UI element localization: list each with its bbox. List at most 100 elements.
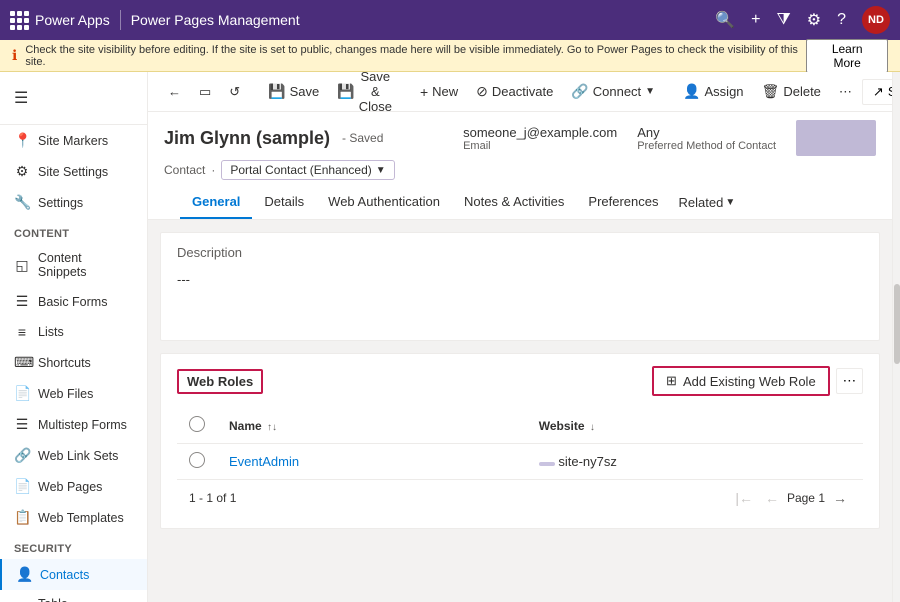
more-icon: ⋯	[839, 84, 852, 100]
view-icon: ▭	[199, 84, 211, 100]
learn-more-button[interactable]: Learn More	[806, 39, 888, 73]
tab-web-auth[interactable]: Web Authentication	[316, 186, 452, 219]
next-page-button[interactable]: →	[829, 488, 851, 508]
sidebar-item-site-markers[interactable]: 📍 Site Markers	[0, 125, 147, 156]
sidebar-item-web-link-sets[interactable]: 🔗 Web Link Sets	[0, 440, 147, 471]
prev-page-button[interactable]: ←	[761, 488, 783, 508]
tab-related-label: Related	[679, 195, 724, 210]
record-email-block: someone_j@example.com Email	[463, 125, 617, 152]
top-divider	[120, 10, 121, 30]
record-type-row: Contact · Portal Contact (Enhanced) ▼	[164, 160, 876, 180]
assign-button[interactable]: 👤 Assign	[675, 79, 751, 104]
sidebar-item-content-snippets[interactable]: ◱ Content Snippets	[0, 244, 147, 286]
delete-icon: 🗑	[762, 83, 780, 100]
sidebar-item-label: Shortcuts	[38, 356, 91, 370]
assign-icon: 👤	[683, 83, 700, 100]
search-icon[interactable]: 🔍	[715, 10, 735, 30]
col-website-header[interactable]: Website ↓	[527, 408, 863, 444]
record-info-right: someone_j@example.com Email Any Preferre…	[463, 120, 876, 156]
row-name-link[interactable]: EventAdmin	[229, 454, 299, 469]
sidebar-item-table-permissions[interactable]: 🔒 Table Permissions	[0, 590, 147, 602]
description-value: ---	[177, 268, 863, 328]
new-button[interactable]: + New	[412, 80, 466, 104]
web-link-sets-icon: 🔗	[14, 447, 30, 464]
multistep-forms-icon: ☰	[14, 416, 30, 433]
col-website-sort: ↓	[590, 422, 595, 433]
sidebar-item-shortcuts[interactable]: ⌨ Shortcuts	[0, 347, 147, 378]
row-name-cell: EventAdmin	[217, 444, 527, 480]
app-name: Power Apps	[35, 12, 110, 28]
sidebar-item-site-settings[interactable]: ⚙ Site Settings	[0, 156, 147, 187]
filter-icon[interactable]: ⧩	[776, 11, 790, 29]
scroll-thumb[interactable]	[894, 284, 900, 364]
tab-related[interactable]: Related ▼	[671, 186, 744, 219]
sidebar-section-content: Content	[0, 218, 147, 244]
record-email-value: someone_j@example.com	[463, 125, 617, 140]
webroles-more-icon: ⋯	[843, 373, 856, 388]
col-name-header[interactable]: Name ↑↓	[217, 408, 527, 444]
first-page-button[interactable]: |←	[731, 488, 757, 508]
add-webrole-button[interactable]: ⊞ Add Existing Web Role	[652, 366, 830, 396]
row-radio[interactable]	[189, 452, 205, 468]
connect-button[interactable]: 🔗 Connect ▼	[563, 79, 663, 104]
delete-button[interactable]: 🗑 Delete	[754, 79, 829, 104]
add-icon[interactable]: +	[751, 11, 760, 29]
contacts-icon: 👤	[16, 566, 32, 583]
row-website-cell: site-ny7sz	[527, 444, 863, 480]
sidebar-item-web-pages[interactable]: 📄 Web Pages	[0, 471, 147, 502]
sidebar-item-basic-forms[interactable]: ☰ Basic Forms	[0, 286, 147, 317]
sidebar-item-label: Lists	[38, 325, 64, 339]
sidebar-item-settings[interactable]: 🔧 Settings	[0, 187, 147, 218]
col-check	[177, 408, 217, 444]
save-icon: 💾	[268, 83, 285, 100]
tab-notes[interactable]: Notes & Activities	[452, 186, 576, 219]
basic-forms-icon: ☰	[14, 293, 30, 310]
header-radio[interactable]	[189, 416, 205, 432]
add-webrole-label: Add Existing Web Role	[683, 374, 816, 389]
cmd-right: ↗ Share ▼	[862, 79, 892, 105]
hamburger-icon[interactable]: ☰	[0, 80, 147, 116]
avatar[interactable]: ND	[862, 6, 890, 34]
sidebar-item-web-files[interactable]: 📄 Web Files	[0, 378, 147, 409]
sidebar-item-lists[interactable]: ≡ Lists	[0, 317, 147, 347]
view-button[interactable]: ▭	[191, 80, 219, 104]
tab-web-auth-label: Web Authentication	[328, 194, 440, 209]
main-panel: ← ▭ ↺ 💾 Save 💾 Save & Close + New	[148, 72, 892, 602]
sidebar: ☰ 📍 Site Markers ⚙ Site Settings 🔧 Setti…	[0, 72, 148, 602]
settings-icon[interactable]: ⚙	[807, 10, 821, 30]
save-button[interactable]: 💾 Save	[260, 79, 327, 104]
command-bar: ← ▭ ↺ 💾 Save 💾 Save & Close + New	[148, 72, 892, 112]
refresh-button[interactable]: ↺	[221, 80, 248, 104]
sidebar-item-label: Content Snippets	[38, 251, 133, 279]
app-grid-icon[interactable]	[10, 11, 35, 30]
tab-details[interactable]: Details	[252, 186, 316, 219]
share-button[interactable]: ↗ Share ▼	[862, 79, 892, 105]
tab-preferences[interactable]: Preferences	[576, 186, 670, 219]
table-body: EventAdmin site-ny7sz	[177, 444, 863, 480]
sidebar-item-label: Multistep Forms	[38, 418, 127, 432]
sidebar-item-web-templates[interactable]: 📋 Web Templates	[0, 502, 147, 533]
deactivate-button[interactable]: ⊘ Deactivate	[468, 79, 561, 104]
new-label: New	[432, 84, 458, 99]
sidebar-item-label: Web Pages	[38, 480, 102, 494]
webroles-header: Web Roles ⊞ Add Existing Web Role ⋯	[177, 366, 863, 396]
back-button[interactable]: ←	[160, 80, 189, 103]
connect-label: Connect	[593, 84, 641, 99]
top-bar: Power Apps Power Pages Management 🔍 + ⧩ …	[0, 0, 900, 40]
tab-related-dropdown: ▼	[725, 197, 735, 208]
record-pref-label: Preferred Method of Contact	[637, 140, 776, 152]
tab-general[interactable]: General	[180, 186, 252, 219]
help-icon[interactable]: ?	[837, 11, 846, 29]
record-type-dropdown-icon: ▼	[376, 165, 386, 176]
table-row: EventAdmin site-ny7sz	[177, 444, 863, 480]
description-label: Description	[177, 245, 863, 260]
shortcuts-icon: ⌨	[14, 354, 30, 371]
sidebar-item-multistep-forms[interactable]: ☰ Multistep Forms	[0, 409, 147, 440]
record-type-name: Portal Contact (Enhanced)	[230, 163, 371, 177]
sidebar-item-contacts[interactable]: 👤 Contacts	[0, 559, 147, 590]
more-button[interactable]: ⋯	[831, 80, 860, 104]
webroles-more-button[interactable]: ⋯	[836, 368, 863, 394]
tabs: General Details Web Authentication Notes…	[164, 186, 876, 219]
info-message: Check the site visibility before editing…	[25, 44, 798, 68]
record-type-badge[interactable]: Portal Contact (Enhanced) ▼	[221, 160, 394, 180]
